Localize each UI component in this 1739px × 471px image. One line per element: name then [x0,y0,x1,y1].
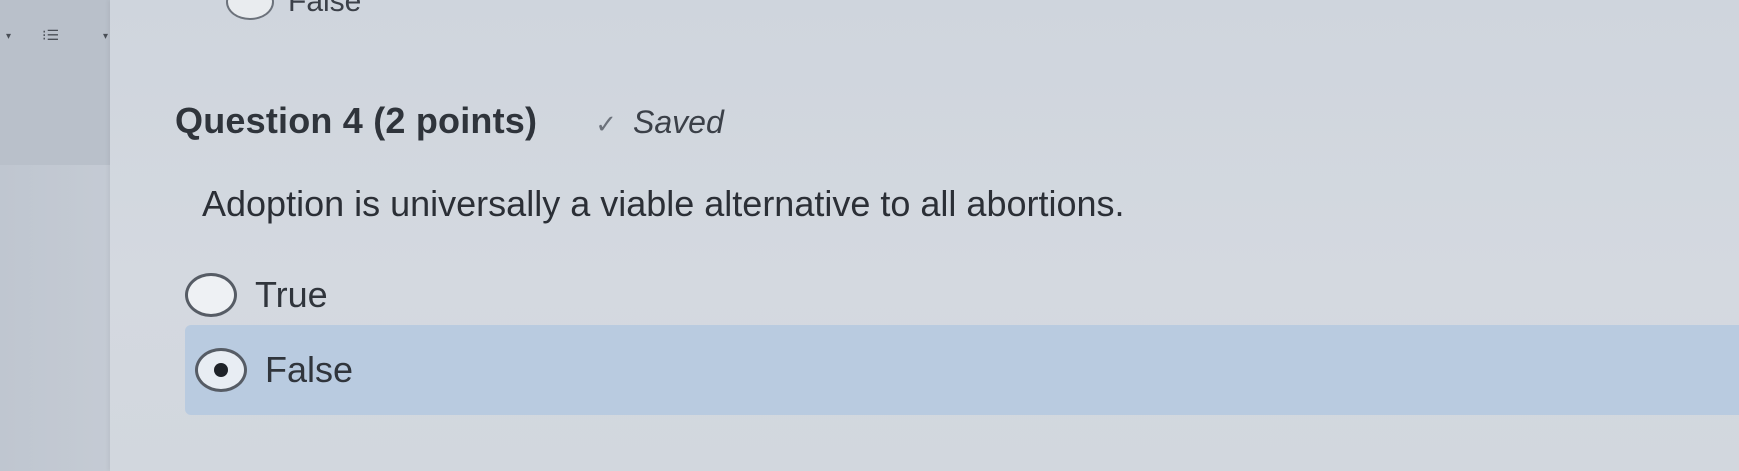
option-label-false: False [265,349,354,390]
bullet-list-icon[interactable]: ⁝☰ [42,28,59,42]
answer-option-false[interactable]: False [185,325,1739,415]
question-header: Question 4 (2 points) ✓ Saved [175,100,724,142]
question-title: Question 4 (2 points) [175,100,538,141]
answer-option-true[interactable]: True [185,270,328,320]
option-label-true: True [255,274,328,315]
option-label: False [288,0,362,18]
radio-button-true[interactable] [185,273,237,317]
caret-down-icon[interactable]: ▾ [6,32,11,42]
caret-down-icon[interactable]: ▾ [103,32,108,42]
checkmark-icon: ✓ [595,109,618,139]
radio-button-false[interactable] [195,348,247,392]
previous-question-option-false[interactable]: False [226,0,361,20]
question-text: Adoption is universally a viable alterna… [202,183,1125,224]
radio-selected-dot [214,363,228,377]
radio-button[interactable] [226,0,274,20]
saved-status: Saved [633,104,724,140]
